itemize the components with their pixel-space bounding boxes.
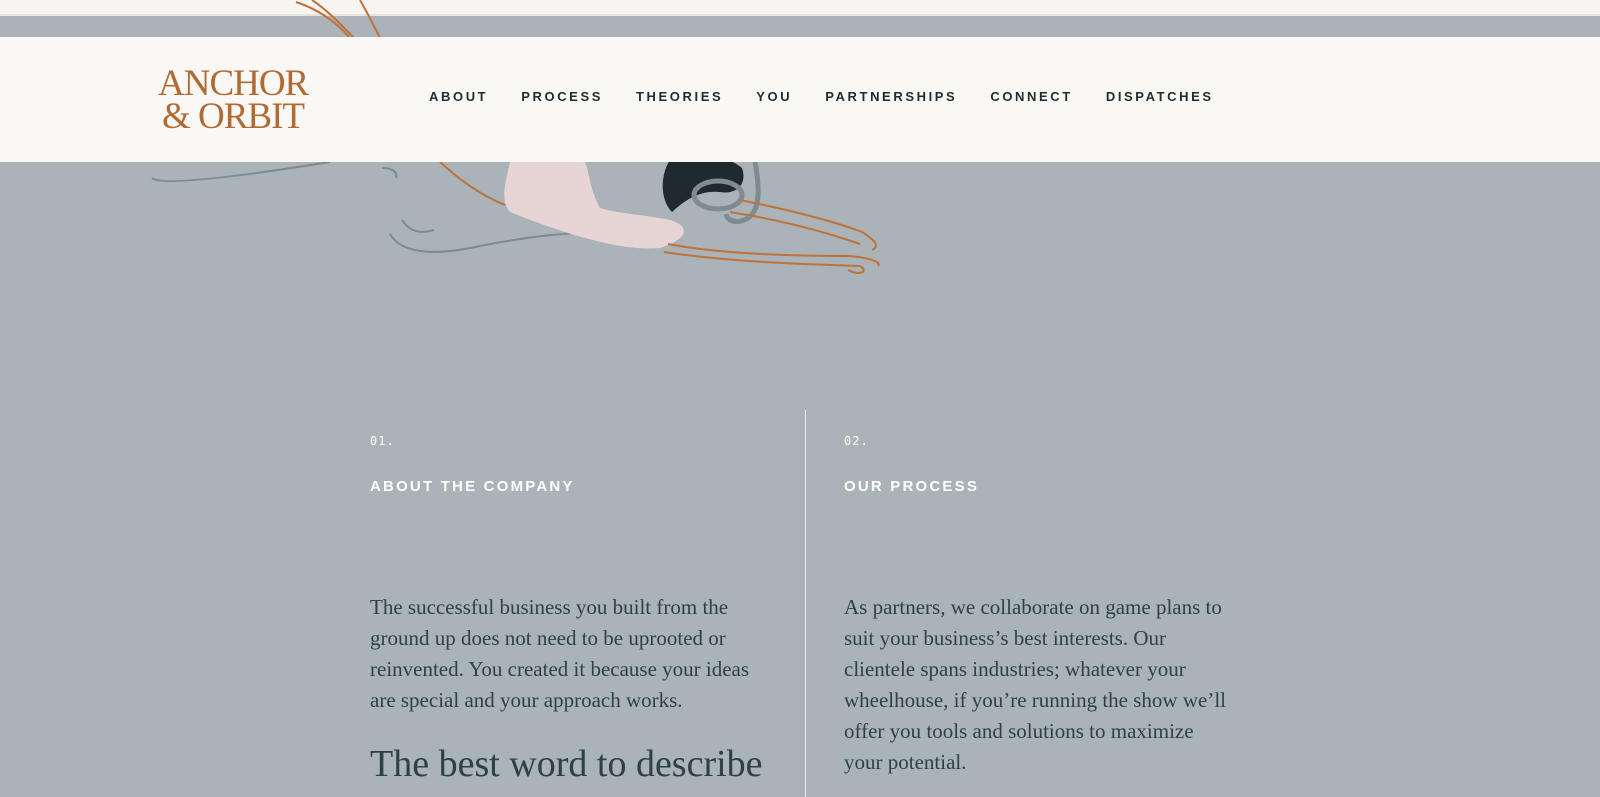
section-number: 02. (844, 434, 869, 448)
section-body: The successful business you built from t… (370, 595, 750, 712)
section-process: 02. OUR PROCESS As partners, we collabor… (844, 434, 1234, 774)
main-nav: ABOUT PROCESS THEORIES YOU PARTNERSHIPS … (429, 89, 1247, 104)
nav-you[interactable]: YOU (756, 89, 792, 104)
section-about: 01. ABOUT THE COMPANY The successful bus… (370, 434, 770, 785)
nav-process[interactable]: PROCESS (521, 89, 603, 104)
logo-line-2: & ORBIT (161, 96, 305, 137)
site-header: ANCHOR & ORBIT ABOUT PROCESS THEORIES YO… (0, 37, 1600, 162)
nav-connect[interactable]: CONNECT (990, 89, 1072, 104)
nav-about[interactable]: ABOUT (429, 89, 488, 104)
section-body: As partners, we collaborate on game plan… (844, 595, 1226, 774)
nav-theories[interactable]: THEORIES (636, 89, 723, 104)
section-large-text: The best word to describe (370, 743, 763, 785)
section-heading: ABOUT THE COMPANY (370, 478, 575, 495)
nav-partnerships[interactable]: PARTNERSHIPS (825, 89, 957, 104)
logo[interactable]: ANCHOR & ORBIT (158, 65, 309, 137)
column-divider (805, 410, 806, 797)
nav-dispatches[interactable]: DISPATCHES (1106, 89, 1214, 104)
section-heading: OUR PROCESS (844, 478, 980, 495)
section-number: 01. (370, 434, 395, 448)
